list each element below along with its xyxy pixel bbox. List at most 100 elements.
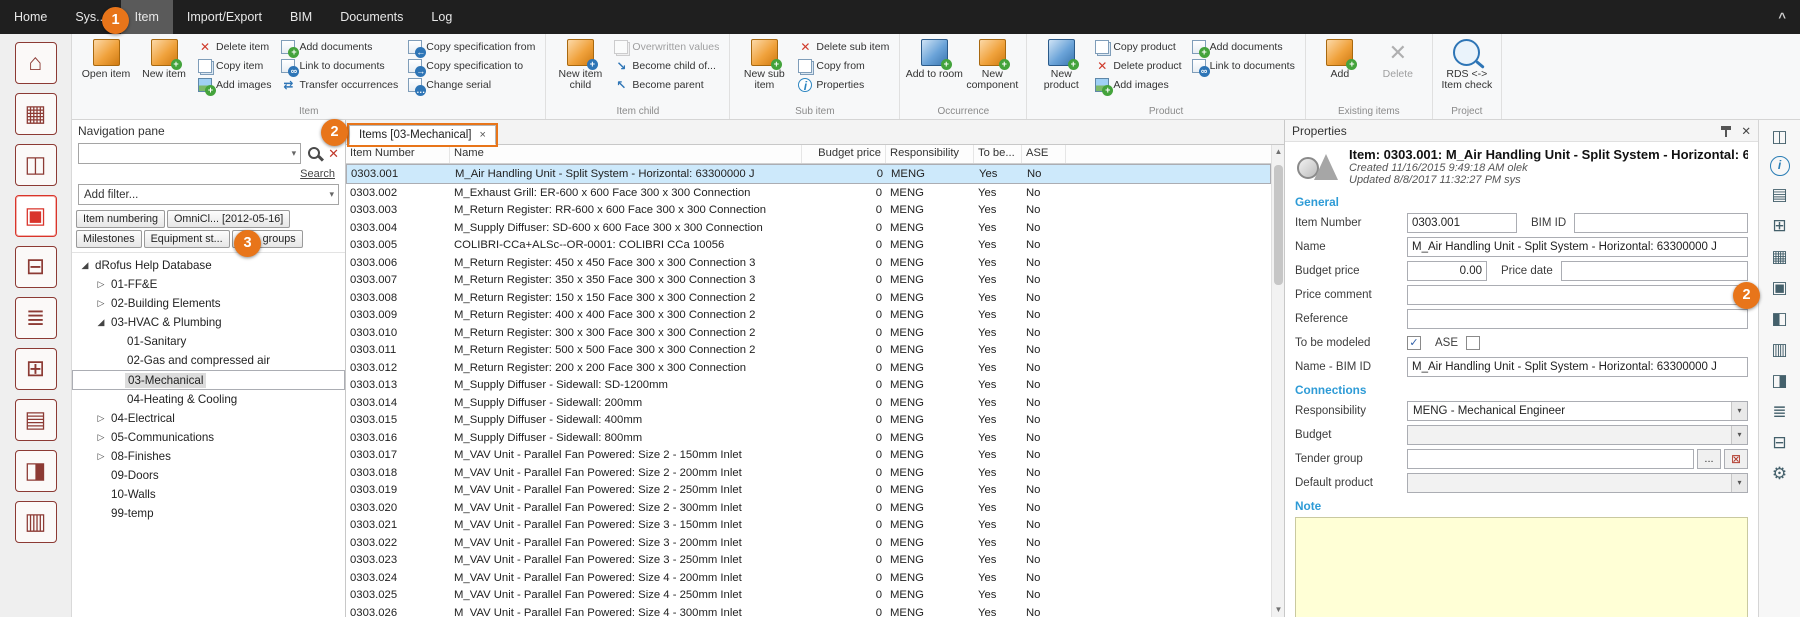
documents-icon[interactable]: ▥ xyxy=(15,501,57,543)
add-images-button[interactable]: +Add images xyxy=(1093,77,1183,93)
navpane-tab-item-numbering[interactable]: Item numbering xyxy=(76,210,165,228)
column-header-item-number[interactable]: Item Number xyxy=(346,145,450,163)
new-item-button[interactable]: +New item xyxy=(135,36,193,80)
copy-specification-to-button[interactable]: →Copy specification to xyxy=(406,58,537,74)
delete-button[interactable]: ✕Delete xyxy=(1369,36,1427,80)
add-documents-button[interactable]: +Add documents xyxy=(279,39,400,55)
info-icon[interactable]: i xyxy=(1770,156,1790,176)
tree-item-02-gas-and-compressed-air[interactable]: 02-Gas and compressed air xyxy=(72,351,345,370)
tree-item-08-finishes[interactable]: ▷08-Finishes xyxy=(72,447,345,466)
name-field[interactable] xyxy=(1407,237,1748,257)
images-panel-icon[interactable]: ◨ xyxy=(1767,369,1793,393)
tree-item-05-communications[interactable]: ▷05-Communications xyxy=(72,428,345,447)
table-row[interactable]: 0303.011M_Return Register: 500 x 500 Fac… xyxy=(346,342,1271,360)
table-row[interactable]: 0303.019M_VAV Unit - Parallel Fan Powere… xyxy=(346,482,1271,500)
table-row[interactable]: 0303.021M_VAV Unit - Parallel Fan Powere… xyxy=(346,517,1271,535)
rds-item-check-button[interactable]: RDS <-> Item check xyxy=(1438,36,1496,91)
change-serial-button[interactable]: …Change serial xyxy=(406,77,537,93)
settings-icon[interactable]: ⚙ xyxy=(1767,462,1793,486)
table-row[interactable]: 0303.001M_Air Handling Unit - Split Syst… xyxy=(346,164,1271,184)
open-item-button[interactable]: Open item xyxy=(77,36,135,80)
item-details-icon[interactable]: ▤ xyxy=(1767,183,1793,207)
new-sub-item-button[interactable]: +New sub item xyxy=(735,36,793,91)
table-row[interactable]: 0303.005COLIBRI-CCa+ALSc--OR-0001: COLIB… xyxy=(346,237,1271,255)
default-product-select[interactable]: ▾ xyxy=(1407,473,1748,493)
tree-item-02-building-elements[interactable]: ▷02-Building Elements xyxy=(72,294,345,313)
price-date-field[interactable] xyxy=(1561,261,1748,281)
column-header-budget-price[interactable]: Budget price xyxy=(802,145,886,163)
price-comment-field[interactable] xyxy=(1407,285,1748,305)
log-icon[interactable]: ⊟ xyxy=(1767,431,1793,455)
delete-product-button[interactable]: ✕Delete product xyxy=(1093,58,1183,74)
navpane-tab-equipment-st[interactable]: Equipment st... xyxy=(144,230,230,248)
tender-group-table-icon[interactable]: ⊠ xyxy=(1724,449,1748,469)
table-row[interactable]: 0303.023M_VAV Unit - Parallel Fan Powere… xyxy=(346,552,1271,570)
collapse-ribbon-icon[interactable]: ^ xyxy=(1778,10,1786,25)
to-be-modeled-checkbox[interactable]: ✓ xyxy=(1407,336,1421,350)
scroll-down-icon[interactable]: ▼ xyxy=(1272,603,1285,617)
tender-group-field[interactable] xyxy=(1407,449,1694,469)
tree-collapse-icon[interactable]: ◢ xyxy=(94,317,108,328)
buildings-icon[interactable]: ▦ xyxy=(15,93,57,135)
item-group-icon[interactable]: ⊞ xyxy=(1767,214,1793,238)
ase-checkbox[interactable] xyxy=(1466,336,1480,350)
table-row[interactable]: 0303.016M_Supply Diffuser - Sidewall: 80… xyxy=(346,429,1271,447)
clear-search-icon[interactable]: ✕ xyxy=(328,146,339,162)
tree-expand-icon[interactable]: ▷ xyxy=(94,279,108,290)
name-bim-id-field[interactable] xyxy=(1407,357,1748,377)
classification-icon[interactable]: ≣ xyxy=(1767,400,1793,424)
items-icon[interactable]: ▣ xyxy=(15,195,57,237)
note-field[interactable] xyxy=(1295,517,1748,617)
tree-item-03-mechanical[interactable]: 03-Mechanical xyxy=(72,370,345,390)
products-panel-icon[interactable]: ▣ xyxy=(1767,276,1793,300)
column-header-name[interactable]: Name xyxy=(450,145,802,163)
become-parent-button[interactable]: ↖Become parent xyxy=(612,77,721,93)
reference-field[interactable] xyxy=(1407,309,1748,329)
table-row[interactable]: 0303.025M_VAV Unit - Parallel Fan Powere… xyxy=(346,587,1271,605)
table-row[interactable]: 0303.012M_Return Register: 200 x 200 Fac… xyxy=(346,359,1271,377)
responsibility-select[interactable]: MENG - Mechanical Engineer ▾ xyxy=(1407,401,1748,421)
tree-item-01-sanitary[interactable]: 01-Sanitary xyxy=(72,332,345,351)
tree-item-04-heating-cooling[interactable]: 04-Heating & Cooling xyxy=(72,390,345,409)
bim-id-field[interactable] xyxy=(1574,213,1748,233)
delete-item-button[interactable]: ✕Delete item xyxy=(196,39,273,55)
copy-item-button[interactable]: Copy item xyxy=(196,58,273,74)
search-link[interactable]: Search xyxy=(300,168,335,180)
become-child-of-button[interactable]: ↘Become child of... xyxy=(612,58,721,74)
tree-expand-icon[interactable]: ▷ xyxy=(94,298,108,309)
table-row[interactable]: 0303.026M_VAV Unit - Parallel Fan Powere… xyxy=(346,604,1271,617)
column-header-to-be[interactable]: To be... xyxy=(974,145,1022,163)
overwritten-values-button[interactable]: Overwritten values xyxy=(612,39,721,55)
link-to-documents-button[interactable]: ∞Link to documents xyxy=(279,58,400,74)
table-row[interactable]: 0303.008M_Return Register: 150 x 150 Fac… xyxy=(346,289,1271,307)
add-button[interactable]: +Add xyxy=(1311,36,1369,80)
copy-specification-from-button[interactable]: ←Copy specification from xyxy=(406,39,537,55)
tender-group-browse-button[interactable]: ... xyxy=(1697,449,1721,469)
menu-item-home[interactable]: Home xyxy=(0,0,61,34)
table-row[interactable]: 0303.006M_Return Register: 450 x 450 Fac… xyxy=(346,254,1271,272)
tree-item-99-temp[interactable]: 99-temp xyxy=(72,504,345,523)
link-to-documents-button[interactable]: ∞Link to documents xyxy=(1190,58,1297,74)
tree-item-01-ff-e[interactable]: ▷01-FF&E xyxy=(72,275,345,294)
pin-panel-icon[interactable] xyxy=(1719,124,1732,137)
search-icon[interactable] xyxy=(306,145,323,162)
tree-item-04-electrical[interactable]: ▷04-Electrical xyxy=(72,409,345,428)
tab-items-03-mechanical[interactable]: Items [03-Mechanical] × xyxy=(349,125,496,145)
menu-item-log[interactable]: Log xyxy=(417,0,466,34)
column-header-responsibility[interactable]: Responsibility xyxy=(886,145,974,163)
reports-icon[interactable]: ◨ xyxy=(15,450,57,492)
add-filter-dropdown[interactable]: Add filter... ▾ xyxy=(78,184,339,205)
table-row[interactable]: 0303.017M_VAV Unit - Parallel Fan Powere… xyxy=(346,447,1271,465)
tree-item-03-hvac-plumbing[interactable]: ◢03-HVAC & Plumbing xyxy=(72,313,345,332)
table-row[interactable]: 0303.024M_VAV Unit - Parallel Fan Powere… xyxy=(346,569,1271,587)
documents-panel-icon[interactable]: ▥ xyxy=(1767,338,1793,362)
copy-from-button[interactable]: Copy from xyxy=(796,58,891,74)
table-row[interactable]: 0303.013M_Supply Diffuser - Sidewall: SD… xyxy=(346,377,1271,395)
transfer-occurrences-button[interactable]: ⇄Transfer occurrences xyxy=(279,77,400,93)
systems-icon[interactable]: ▤ xyxy=(15,399,57,441)
tab-close-icon[interactable]: × xyxy=(480,129,486,141)
table-scrollbar[interactable]: ▲ ▼ xyxy=(1271,145,1284,617)
tree-expand-icon[interactable]: ▷ xyxy=(94,413,108,424)
scroll-up-icon[interactable]: ▲ xyxy=(1272,145,1285,159)
copy-product-button[interactable]: Copy product xyxy=(1093,39,1183,55)
